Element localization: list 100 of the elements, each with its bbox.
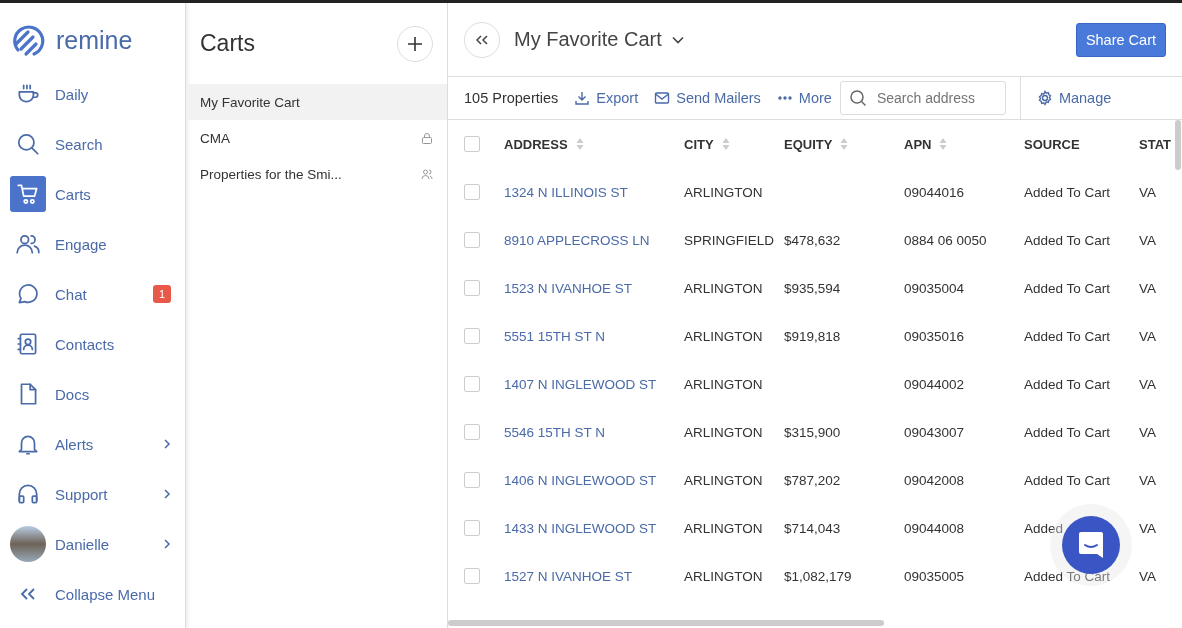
address-link[interactable]: 1523 N IVANHOE ST (504, 280, 633, 296)
apn-cell: 0884 06 0050 (904, 232, 987, 248)
cart-icon (10, 176, 46, 212)
nav-item[interactable]: Danielle (0, 519, 185, 569)
equity-cell: $714,043 (784, 520, 841, 536)
source-cell: Added To Cart (1024, 472, 1111, 488)
manage-button[interactable]: Manage (1036, 90, 1112, 106)
address-link[interactable]: 1324 N ILLINOIS ST (504, 184, 628, 200)
row-checkbox[interactable] (464, 520, 480, 536)
state-cell: VA (1139, 376, 1156, 392)
address-link[interactable]: 1433 N INGLEWOOD ST (504, 520, 657, 536)
apn-cell: 09035016 (904, 328, 965, 344)
column-header[interactable]: EQUITY (784, 136, 849, 152)
sort-icon (840, 137, 849, 151)
row-checkbox[interactable] (464, 280, 480, 296)
address-link[interactable]: 8910 APPLECROSS LN (504, 232, 650, 248)
source-cell: Added To Cart (1024, 184, 1111, 200)
city-cell: ARLINGTON (684, 280, 763, 296)
row-checkbox[interactable] (464, 472, 480, 488)
city-cell: ARLINGTON (684, 520, 763, 536)
city-cell: ARLINGTON (684, 328, 763, 344)
nav-item[interactable]: Contacts (0, 319, 185, 369)
equity-cell: $919,818 (784, 328, 841, 344)
row-checkbox[interactable] (464, 568, 480, 584)
search-address-field[interactable]: Search address (839, 81, 1006, 115)
nav-item[interactable]: Search (0, 119, 185, 169)
source-cell: Added To Cart (1024, 280, 1111, 296)
equity-cell: $1,082,179 (784, 568, 852, 584)
toolbar-action-link[interactable]: Export (574, 90, 639, 106)
state-cell: VA (1139, 520, 1156, 536)
column-header[interactable]: STAT (1139, 136, 1171, 152)
logo-icon (10, 22, 46, 58)
source-cell: Added (1024, 520, 1064, 536)
select-all-checkbox[interactable] (464, 136, 480, 152)
state-cell: VA (1139, 472, 1156, 488)
address-link[interactable]: 5551 15TH ST N (504, 328, 606, 344)
people-icon (421, 168, 433, 180)
brand-name: remine (56, 25, 133, 55)
sort-icon (939, 137, 948, 151)
speech-bubble-icon (1077, 530, 1105, 560)
toolbar-action-link[interactable]: More (776, 90, 832, 106)
cart-title-dropdown[interactable]: My Favorite Cart (514, 28, 684, 51)
share-cart-button[interactable]: Share Cart (1075, 22, 1166, 57)
property-count: 105 Properties (464, 90, 559, 106)
cart-list-item[interactable]: CMA (186, 120, 447, 156)
nav-item[interactable]: Daily (0, 69, 185, 119)
city-cell: ARLINGTON (684, 472, 763, 488)
apn-cell: 09042008 (904, 472, 965, 488)
nav-item[interactable]: Engage (0, 219, 185, 269)
apn-cell: 09043007 (904, 424, 965, 440)
envelope-icon (654, 90, 671, 106)
cart-list-item[interactable]: Properties for the Smi... (186, 156, 447, 192)
nav-item[interactable]: Support (0, 469, 185, 519)
address-link[interactable]: 1406 N INGLEWOOD ST (504, 472, 657, 488)
cart-list-item[interactable]: My Favorite Cart (186, 84, 447, 120)
state-cell: VA (1139, 232, 1156, 248)
add-cart-button[interactable] (397, 25, 433, 62)
city-cell: ARLINGTON (684, 184, 763, 200)
row-checkbox[interactable] (464, 232, 480, 248)
column-header[interactable]: ADDRESS (504, 136, 584, 152)
address-link[interactable]: 5546 15TH ST N (504, 424, 606, 440)
source-cell: Added To Cart (1024, 424, 1111, 440)
city-cell: ARLINGTON (684, 424, 763, 440)
sort-icon (575, 137, 584, 151)
chevron-down-icon (671, 35, 684, 44)
state-cell: VA (1139, 184, 1156, 200)
apn-cell: 09035004 (904, 280, 965, 296)
address-link[interactable]: 1407 N INGLEWOOD ST (504, 376, 657, 392)
equity-cell: $315,900 (784, 424, 841, 440)
chevron-right-icon (163, 538, 171, 550)
chevron-right-icon (163, 488, 171, 500)
double-chevron-left-icon (475, 33, 489, 46)
city-cell: SPRINGFIELD (684, 232, 775, 248)
unread-count-badge: 1 (152, 285, 171, 303)
address-link[interactable]: 1527 N IVANHOE ST (504, 568, 633, 584)
search-icon (848, 89, 867, 107)
nav-item[interactable]: Chat 1 (0, 269, 185, 319)
city-cell: ARLINGTON (684, 376, 763, 392)
row-checkbox[interactable] (464, 424, 480, 440)
nav-item[interactable]: Docs (0, 369, 185, 419)
row-checkbox[interactable] (464, 376, 480, 392)
source-cell: Added To Cart (1024, 328, 1111, 344)
city-cell: ARLINGTON (684, 568, 763, 584)
equity-cell: $787,202 (784, 472, 841, 488)
collapse-menu-button[interactable]: Collapse Menu (0, 569, 185, 619)
column-header[interactable]: APN (904, 136, 948, 152)
toolbar-action-link[interactable]: Send Mailers (654, 90, 761, 106)
equity-cell: $478,632 (784, 232, 841, 248)
nav-item[interactable]: Alerts (0, 419, 185, 469)
collapse-panel-button[interactable] (464, 21, 500, 58)
column-header[interactable]: CITY (684, 136, 730, 152)
row-checkbox[interactable] (464, 184, 480, 200)
plus-icon (407, 35, 423, 52)
state-cell: VA (1139, 280, 1156, 296)
chat-launcher-button[interactable] (1062, 516, 1120, 574)
lock-icon (421, 132, 433, 144)
apn-cell: 09044002 (904, 376, 965, 392)
column-header[interactable]: SOURCE (1024, 136, 1080, 152)
nav-item[interactable]: Carts (0, 169, 185, 219)
row-checkbox[interactable] (464, 328, 480, 344)
